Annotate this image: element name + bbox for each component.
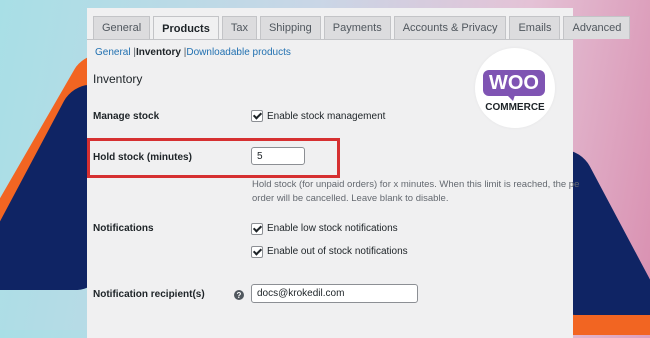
notification-recipient-label: Notification recipient(s) — [93, 289, 205, 300]
question-circle-icon[interactable]: ? — [234, 290, 244, 300]
woocommerce-logo: WOO COMMERCE — [475, 48, 555, 128]
woo-logo-commerce-text: COMMERCE — [485, 102, 545, 113]
tab-tax[interactable]: Tax — [221, 16, 257, 39]
subnav-link-downloadable[interactable]: Downloadable products — [186, 47, 291, 58]
tab-payments[interactable]: Payments — [323, 16, 391, 39]
hold-stock-description-line2: order will be cancelled. Leave blank to … — [252, 193, 449, 204]
manage-stock-label: Manage stock — [93, 111, 160, 122]
tab-general[interactable]: General — [93, 16, 151, 39]
section-subnav: General |Inventory |Downloadable product… — [95, 47, 291, 58]
tab-shipping[interactable]: Shipping — [259, 16, 321, 39]
tab-advanced[interactable]: Advanced — [563, 16, 631, 39]
hold-stock-description: Hold stock (for unpaid orders) for x min… — [252, 178, 580, 206]
tabs-divider — [87, 39, 573, 40]
low-stock-checkbox-label[interactable]: Enable low stock notifications — [267, 223, 398, 234]
notification-recipient-input[interactable]: docs@krokedil.com — [251, 284, 418, 303]
out-of-stock-checkbox[interactable] — [251, 246, 263, 258]
manage-stock-checkbox[interactable] — [251, 110, 263, 122]
woo-logo-bubble: WOO — [483, 70, 545, 96]
manage-stock-checkbox-label[interactable]: Enable stock management — [267, 111, 385, 122]
hold-stock-input[interactable]: 5 — [251, 147, 305, 165]
woo-logo-tail — [507, 95, 515, 101]
tab-emails[interactable]: Emails — [509, 16, 561, 39]
hold-stock-description-line1: Hold stock (for unpaid orders) for x min… — [252, 179, 580, 190]
section-title: Inventory — [93, 72, 143, 86]
tab-accounts-privacy[interactable]: Accounts & Privacy — [393, 16, 507, 39]
settings-tabs: General Products Tax Shipping Payments A… — [93, 16, 631, 40]
low-stock-checkbox[interactable] — [251, 223, 263, 235]
notifications-label: Notifications — [93, 223, 154, 234]
subnav-link-general[interactable]: General — [95, 47, 131, 58]
tab-products[interactable]: Products — [153, 16, 219, 40]
subnav-current-inventory: Inventory — [135, 47, 181, 58]
hold-stock-label: Hold stock (minutes) — [93, 152, 192, 163]
out-of-stock-checkbox-label[interactable]: Enable out of stock notifications — [267, 246, 408, 257]
